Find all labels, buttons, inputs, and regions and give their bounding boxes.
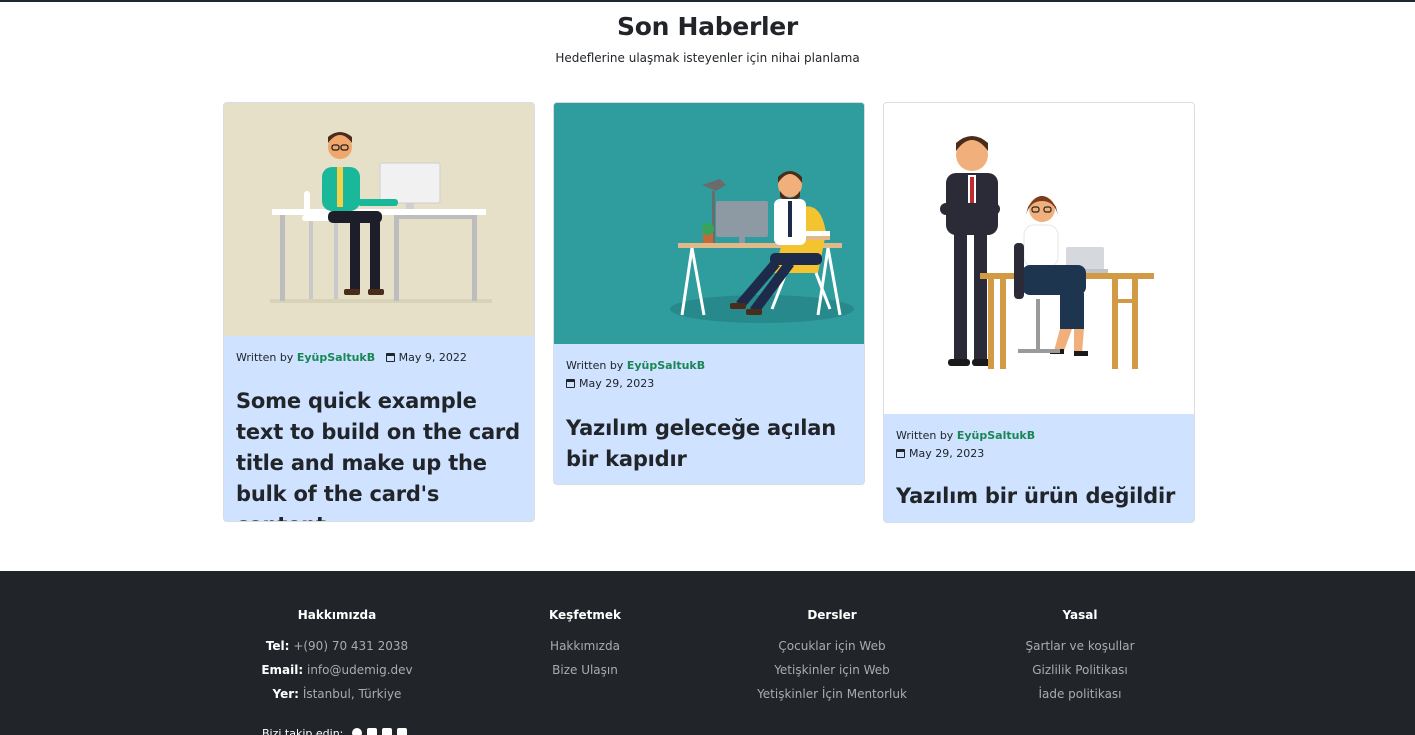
location-label: Yer:: [272, 687, 299, 701]
footer-explore: Keşfetmek Hakkımızda Bize Ulaşın: [455, 608, 715, 682]
footer-link-terms[interactable]: Şartlar ve koşullar: [950, 634, 1210, 658]
email-value[interactable]: info@udemig.dev: [307, 663, 413, 677]
calendar-icon: [896, 449, 905, 458]
card-image: [884, 103, 1194, 414]
footer-phone: Tel: +(90) 70 431 2038: [207, 634, 467, 658]
card-image: [554, 103, 864, 344]
footer-link-mentorship[interactable]: Yetişkinler İçin Mentorluk: [702, 682, 962, 706]
section-title: Son Haberler: [617, 12, 798, 41]
post-date: May 29, 2023: [566, 377, 654, 390]
facebook-icon[interactable]: [351, 728, 362, 735]
footer-link-kids-web[interactable]: Çocuklar için Web: [702, 634, 962, 658]
date-text: May 9, 2022: [398, 351, 467, 364]
card-title[interactable]: Some quick example text to build on the …: [236, 386, 522, 521]
twitter-icon[interactable]: [366, 728, 377, 735]
card-meta: Written by EyüpSaltukB May 9, 2022: [236, 349, 522, 367]
footer-link-adults-web[interactable]: Yetişkinler için Web: [702, 658, 962, 682]
linkedin-icon[interactable]: [396, 728, 407, 735]
footer-heading: Dersler: [807, 608, 857, 622]
top-border: [0, 0, 1415, 2]
instagram-icon[interactable]: [381, 728, 392, 735]
footer-about: Hakkımızda Tel: +(90) 70 431 2038 Email:…: [207, 608, 467, 706]
footer-heading: Keşfetmek: [548, 608, 622, 622]
written-by-label: Written by: [236, 351, 294, 364]
footer-link-contact[interactable]: Bize Ulaşın: [455, 658, 715, 682]
footer-location: Yer: İstanbul, Türkiye: [207, 682, 467, 706]
post-date: May 29, 2023: [896, 447, 984, 460]
news-card[interactable]: Written by EyüpSaltukB May 29, 2023 Yazı…: [883, 102, 1195, 523]
footer-link-about[interactable]: Hakkımızda: [455, 634, 715, 658]
author-link[interactable]: EyüpSaltukB: [957, 429, 1035, 442]
card-meta: Written by EyüpSaltukB May 29, 2023: [896, 427, 1182, 463]
date-text: May 29, 2023: [909, 447, 985, 460]
phone-label: Tel:: [265, 639, 290, 653]
follow-us: Bizi takip edin:: [262, 727, 407, 735]
card-image: [224, 103, 534, 336]
footer-heading: Yasal: [1062, 608, 1098, 622]
post-date: May 9, 2022: [385, 351, 467, 364]
date-text: May 29, 2023: [579, 377, 655, 390]
card-title[interactable]: Yazılım geleceğe açılan bir kapıdır: [566, 413, 852, 475]
footer-link-privacy[interactable]: Gizlilik Politikası: [950, 658, 1210, 682]
section-subtitle: Hedeflerine ulaşmak isteyenler için niha…: [555, 51, 860, 65]
footer-courses: Dersler Çocuklar için Web Yetişkinler iç…: [702, 608, 962, 706]
calendar-icon: [385, 353, 395, 362]
footer-link-refund[interactable]: İade politikası: [950, 682, 1210, 706]
card-meta: Written by EyüpSaltukB May 29, 2023: [566, 357, 852, 393]
written-by-label: Written by: [896, 429, 954, 442]
footer-email: Email: info@udemig.dev: [207, 658, 467, 682]
phone-value[interactable]: +(90) 70 431 2038: [293, 639, 408, 653]
news-card[interactable]: Written by EyüpSaltukB May 29, 2023 Yazı…: [553, 102, 865, 485]
calendar-icon: [566, 379, 575, 388]
follow-label: Bizi takip edin:: [262, 727, 344, 735]
section-header: Son Haberler Hedeflerine ulaşmak isteyen…: [0, 12, 1415, 65]
site-footer: Hakkımızda Tel: +(90) 70 431 2038 Email:…: [0, 571, 1415, 735]
email-label: Email:: [261, 663, 304, 677]
location-value: İstanbul, Türkiye: [302, 687, 402, 701]
footer-legal: Yasal Şartlar ve koşullar Gizlilik Polit…: [950, 608, 1210, 706]
news-card[interactable]: Written by EyüpSaltukB May 9, 2022 Some …: [223, 102, 535, 522]
card-title[interactable]: Yazılım bir ürün değildir: [896, 481, 1182, 512]
author-link[interactable]: EyüpSaltukB: [627, 359, 705, 372]
footer-heading: Hakkımızda: [297, 608, 377, 622]
written-by-label: Written by: [566, 359, 624, 372]
author-link[interactable]: EyüpSaltukB: [297, 351, 375, 364]
